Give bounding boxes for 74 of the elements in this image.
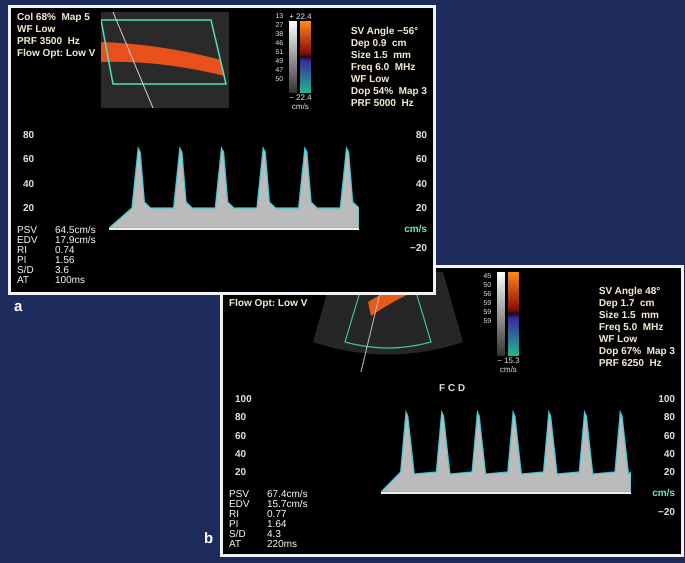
doppler-setting-text: PRF 5000 Hz [350, 98, 415, 110]
measurement-name: S/D [229, 530, 247, 540]
measurement-value: 67.4cm/s [266, 490, 309, 500]
doppler-setting-text: WF Low [350, 74, 390, 86]
color-setting-text: Col 68% Map 5 [17, 12, 91, 24]
velocity-tick: 40 [416, 178, 427, 190]
measurement-value: 17.9cm/s [54, 236, 97, 246]
velocity-tick: 60 [664, 430, 675, 442]
velocity-tick: 20 [235, 467, 246, 478]
measurement-value: 3.6 [54, 266, 70, 276]
velocity-tick: 60 [23, 154, 34, 166]
velocity-tick: 40 [23, 178, 34, 190]
velocity-tick: 60 [235, 430, 246, 442]
doppler-setting-text: Dep 1.7 cm [598, 298, 656, 310]
velocity-tick: 20 [664, 467, 675, 478]
measurement-name: AT [229, 540, 242, 550]
doppler-setting-text: SV Angle 48° [598, 286, 662, 298]
color-scale-unit: cm/s [500, 365, 517, 374]
doppler-setting-text: Freq 6.0 MHz [350, 62, 416, 74]
velocity-tick: 40 [664, 448, 675, 460]
doppler-setting-text: Dop 54% Map 3 [350, 86, 427, 98]
color-scale-max: + 22.4 [289, 12, 312, 21]
velocity-tick: 40 [235, 448, 246, 460]
velocity-tick: 80 [416, 130, 427, 141]
measurement-name: EDV [229, 500, 251, 510]
measurement-name: PSV [229, 490, 250, 500]
velocity-tick: 80 [235, 412, 246, 424]
color-scale-bar [289, 21, 312, 93]
measurement-value: 64.5cm/s [54, 226, 97, 236]
measurement-name: RI [229, 510, 240, 520]
doppler-setting-text: Size 1.5 mm [598, 310, 660, 322]
measurement-value: 4.3 [266, 530, 282, 540]
color-scale-unit: cm/s [292, 102, 309, 111]
measurement-name: AT [17, 276, 30, 286]
doppler-setting-text: Dep 0.9 cm [350, 38, 408, 50]
doppler-setting-text: Freq 5.0 MHz [598, 322, 664, 334]
measurement-name: PI [17, 256, 26, 266]
measurement-name: PI [229, 520, 238, 530]
doppler-setting-text: WF Low [598, 334, 638, 346]
velocity-tick: 100 [235, 394, 252, 405]
doppler-setting-text: PRF 6250 Hz [598, 358, 663, 370]
measurement-name: S/D [17, 266, 35, 276]
measurement-name: PSV [17, 226, 38, 236]
color-setting-text: Flow Opt: Low V [229, 298, 308, 310]
measurement-value: 0.74 [54, 246, 76, 256]
color-scale-min: − 15.3 [497, 356, 520, 365]
mode-caption: F C D [438, 383, 466, 394]
measurement-value: 1.56 [54, 256, 76, 266]
doppler-setting-text: Size 1.5 mm [350, 50, 412, 62]
velocity-unit: cm/s [403, 224, 427, 235]
figure-label: a [14, 298, 22, 315]
figure-label: b [204, 530, 214, 547]
velocity-unit: cm/s [651, 488, 675, 499]
measurement-value: 15.7cm/s [266, 500, 309, 510]
velocity-tick: 60 [416, 154, 427, 166]
measurement-value: 0.77 [266, 510, 288, 520]
color-setting-text: PRF 3500 Hz [17, 36, 81, 48]
velocity-tick: −20 [657, 507, 675, 518]
measurement-name: RI [17, 246, 28, 256]
measurement-value: 100ms [54, 276, 86, 286]
measurement-value: 1.64 [266, 520, 288, 530]
velocity-tick: 80 [23, 130, 34, 141]
velocity-tick: 80 [664, 412, 675, 424]
doppler-setting-text: SV Angle −56° [350, 26, 420, 38]
measurement-name: EDV [17, 236, 39, 246]
color-scale-min: − 22.4 [289, 93, 312, 102]
velocity-tick: 100 [658, 394, 675, 405]
doppler-setting-text: Dop 67% Map 3 [598, 346, 675, 358]
color-setting-text: Flow Opt: Low V [17, 48, 96, 60]
measurement-value: 220ms [266, 540, 298, 550]
velocity-tick: 20 [416, 202, 427, 214]
color-setting-text: WF Low [17, 24, 56, 36]
velocity-tick: −20 [409, 243, 427, 254]
velocity-tick: 20 [23, 202, 34, 214]
